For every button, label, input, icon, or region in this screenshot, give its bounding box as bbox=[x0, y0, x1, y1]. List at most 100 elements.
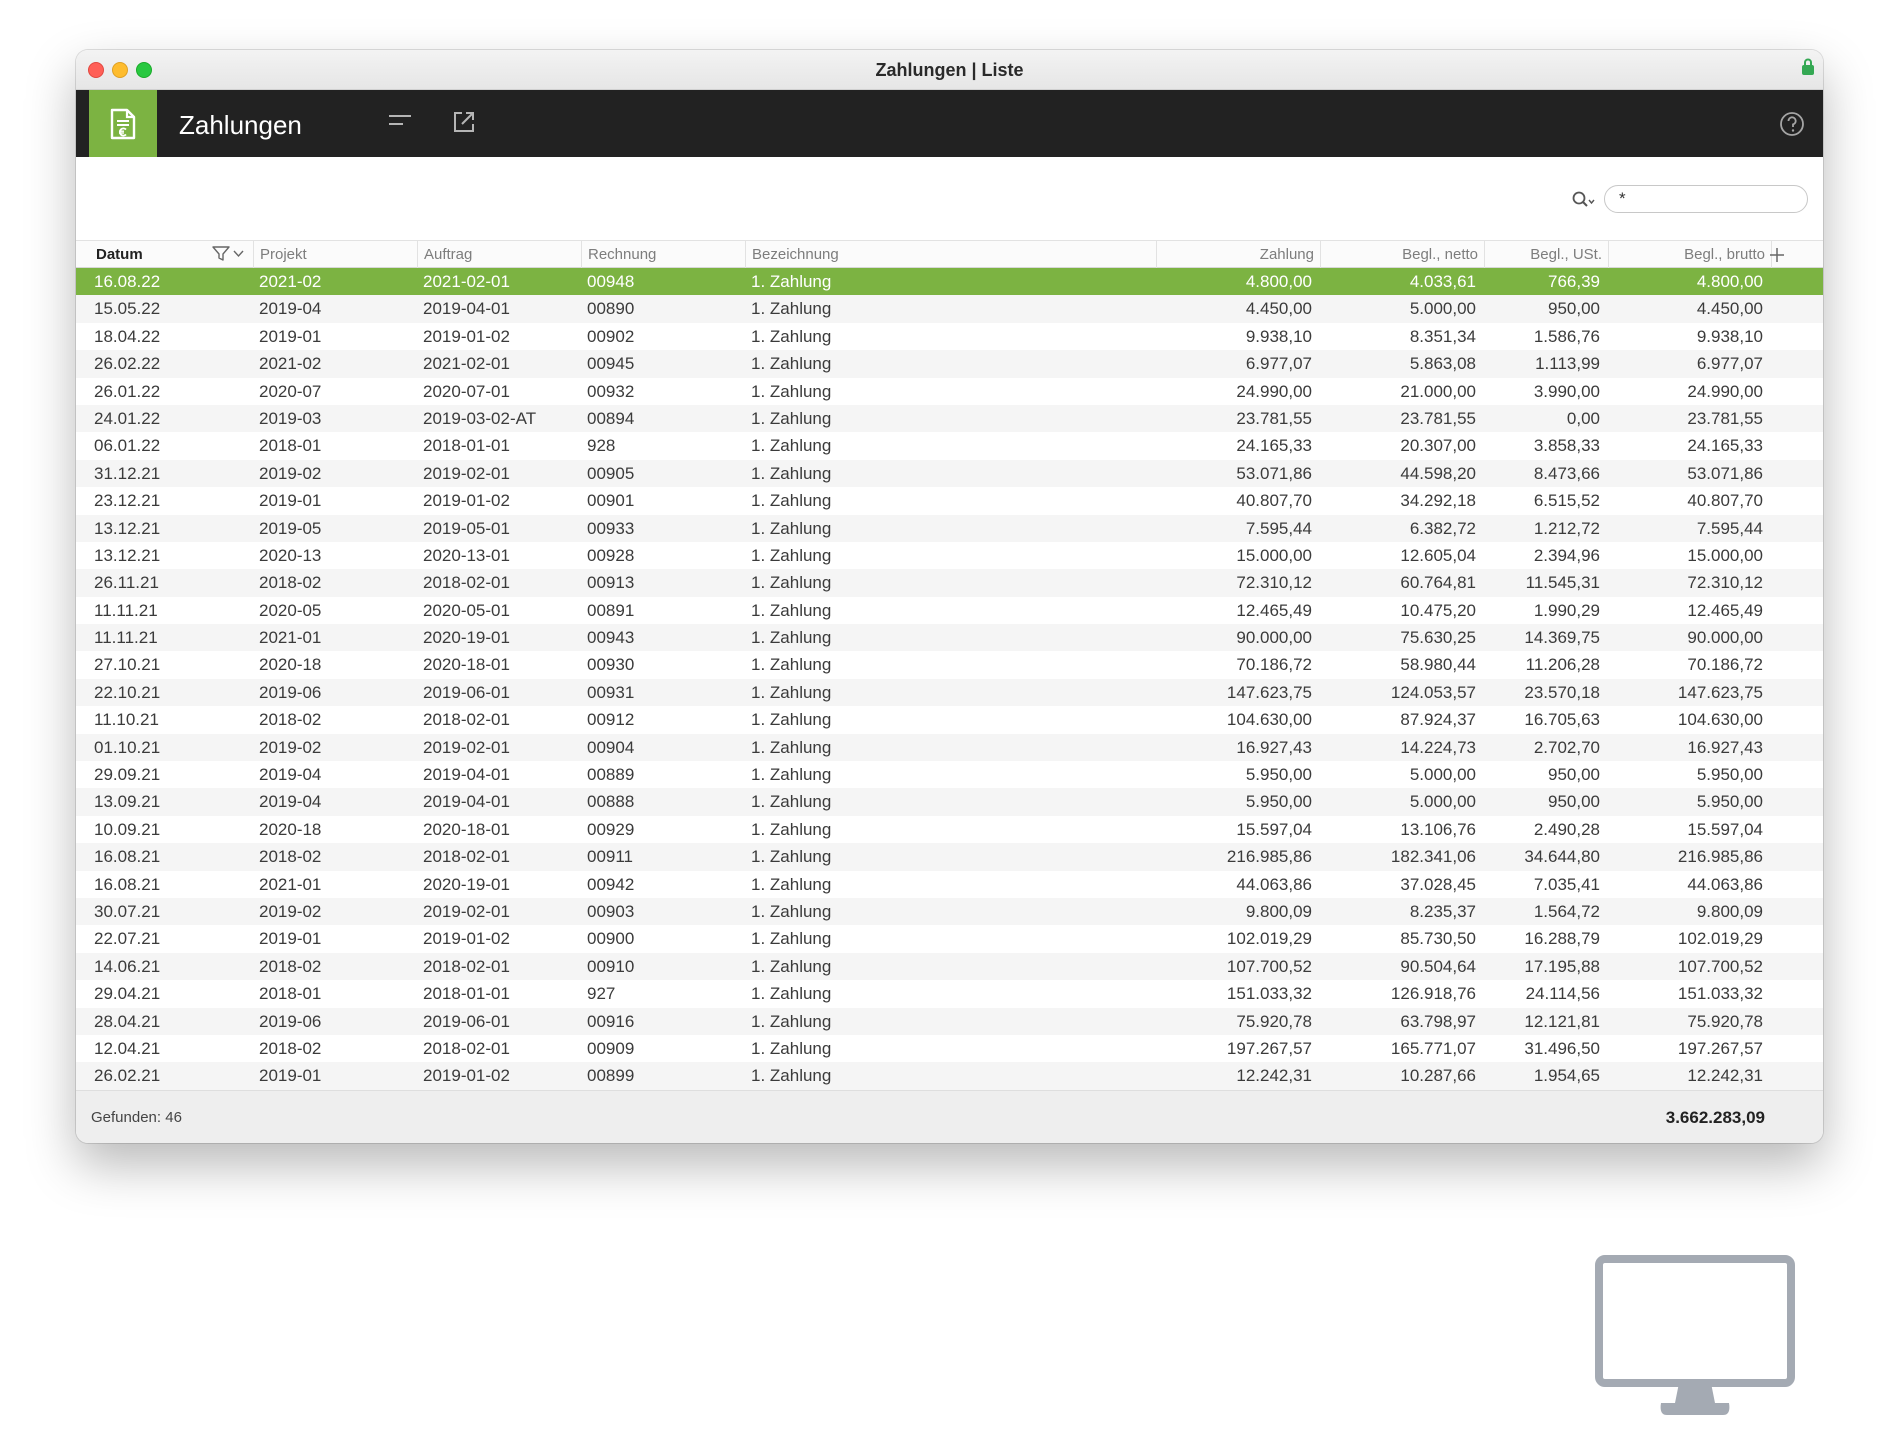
table-row[interactable]: 16.08.22 2021-02 2021-02-01 00948 1. Zahlung… bbox=[76, 268, 1823, 296]
cell-ust: 950,00 bbox=[1548, 299, 1600, 319]
table-row[interactable]: 13.12.21 2019-05 2019-05-01 00933 1. Zahlung… bbox=[76, 514, 1823, 542]
search-icon[interactable] bbox=[1572, 191, 1596, 214]
table-row[interactable]: 26.01.22 2020-07 2020-07-01 00932 1. Zahlung… bbox=[76, 378, 1823, 405]
table-row[interactable]: 15.05.22 2019-04 2019-04-01 00890 1. Zahlung… bbox=[76, 295, 1823, 323]
table-row[interactable]: 29.09.21 2019-04 2019-04-01 00889 1. Zahlung… bbox=[76, 761, 1823, 788]
cell-rechnung: 00909 bbox=[587, 1038, 635, 1058]
cell-brutto: 9.800,09 bbox=[1696, 901, 1763, 921]
cell-bezeichnung: 1. Zahlung bbox=[751, 847, 832, 867]
table-row[interactable]: 27.10.21 2020-18 2020-18-01 00930 1. Zahlung… bbox=[76, 651, 1823, 678]
cell-datum: 26.01.22 bbox=[94, 381, 161, 401]
cell-bezeichnung: 1. Zahlung bbox=[751, 956, 832, 976]
cell-zahlung: 53.071,86 bbox=[1236, 463, 1312, 483]
cell-datum: 16.08.21 bbox=[94, 874, 161, 894]
cell-projekt: 2019-01 bbox=[259, 929, 322, 949]
search-input[interactable] bbox=[1604, 185, 1808, 213]
table-row[interactable]: 26.02.21 2019-01 2019-01-02 00899 1. Zahlung… bbox=[76, 1062, 1823, 1090]
column-header-begl-netto[interactable]: Begl., netto bbox=[1320, 241, 1484, 268]
table-row[interactable]: 12.04.21 2018-02 2018-02-01 00909 1. Zahlung… bbox=[76, 1035, 1823, 1062]
table-row[interactable]: 31.12.21 2019-02 2019-02-01 00905 1. Zahlung… bbox=[76, 459, 1823, 488]
cell-netto: 60.764,81 bbox=[1400, 573, 1476, 593]
table-row[interactable]: 26.02.22 2021-02 2021-02-01 00945 1. Zahlung… bbox=[76, 350, 1823, 378]
cell-datum: 31.12.21 bbox=[94, 463, 161, 483]
cell-brutto: 15.597,04 bbox=[1687, 819, 1763, 839]
column-header-rechnung[interactable]: Rechnung bbox=[581, 241, 745, 268]
cell-netto: 85.730,50 bbox=[1400, 929, 1476, 949]
cell-brutto: 72.310,12 bbox=[1687, 573, 1763, 593]
column-header-bezeichnung[interactable]: Bezeichnung bbox=[745, 241, 1156, 268]
cell-projekt: 2019-02 bbox=[259, 901, 322, 921]
table-row[interactable]: 13.09.21 2019-04 2019-04-01 00888 1. Zahlung… bbox=[76, 788, 1823, 816]
cell-datum: 22.10.21 bbox=[94, 682, 161, 702]
table-row[interactable]: 18.04.22 2019-01 2019-01-02 00902 1. Zahlung… bbox=[76, 323, 1823, 350]
table-row[interactable]: 16.08.21 2021-01 2020-19-01 00942 1. Zahlung… bbox=[76, 871, 1823, 898]
table-row[interactable]: 06.01.22 2018-01 2018-01-01 928 1. Zahlung 24… bbox=[76, 432, 1823, 459]
cell-brutto: 12.465,49 bbox=[1687, 600, 1763, 620]
cell-zahlung: 12.465,49 bbox=[1236, 600, 1312, 620]
column-header-projekt[interactable]: Projekt bbox=[253, 241, 417, 268]
cell-auftrag: 2020-07-01 bbox=[423, 381, 510, 401]
table-row[interactable]: 14.06.21 2018-02 2018-02-01 00910 1. Zahlung… bbox=[76, 952, 1823, 981]
cell-projekt: 2018-02 bbox=[259, 1038, 322, 1058]
cell-zahlung: 7.595,44 bbox=[1245, 518, 1312, 538]
cell-rechnung: 00902 bbox=[587, 326, 635, 346]
table-row[interactable]: 26.11.21 2018-02 2018-02-01 00913 1. Zahlung… bbox=[76, 569, 1823, 597]
document-euro-icon[interactable] bbox=[89, 90, 157, 157]
cell-auftrag: 2020-05-01 bbox=[423, 600, 510, 620]
cell-projekt: 2019-03 bbox=[259, 408, 322, 428]
cell-bezeichnung: 1. Zahlung bbox=[751, 272, 832, 291]
cell-projekt: 2019-04 bbox=[259, 792, 322, 812]
cell-zahlung: 4.800,00 bbox=[1245, 272, 1312, 291]
table-row[interactable]: 28.04.21 2019-06 2019-06-01 00916 1. Zahlung… bbox=[76, 1007, 1823, 1035]
column-header-begl-brutto[interactable]: Begl., brutto bbox=[1608, 241, 1771, 268]
menu-icon[interactable] bbox=[388, 110, 412, 137]
cell-rechnung: 00889 bbox=[587, 765, 635, 785]
add-column-icon[interactable] bbox=[1769, 247, 1785, 268]
table-row[interactable]: 22.10.21 2019-06 2019-06-01 00931 1. Zahlung… bbox=[76, 678, 1823, 707]
cell-netto: 8.351,34 bbox=[1409, 326, 1476, 346]
cell-ust: 2.702,70 bbox=[1533, 737, 1600, 757]
cell-datum: 14.06.21 bbox=[94, 956, 161, 976]
cell-datum: 13.12.21 bbox=[94, 518, 161, 538]
cell-brutto: 197.267,57 bbox=[1677, 1038, 1763, 1058]
cell-netto: 75.630,25 bbox=[1400, 628, 1476, 648]
table-row[interactable]: 11.11.21 2021-01 2020-19-01 00943 1. Zahlung… bbox=[76, 624, 1823, 652]
table-row[interactable]: 10.09.21 2020-18 2020-18-01 00929 1. Zahlung… bbox=[76, 816, 1823, 843]
table-row[interactable]: 29.04.21 2018-01 2018-01-01 927 1. Zahlung 15… bbox=[76, 980, 1823, 1007]
table-row[interactable]: 13.12.21 2020-13 2020-13-01 00928 1. Zahlung… bbox=[76, 542, 1823, 569]
cell-zahlung: 151.033,32 bbox=[1226, 984, 1312, 1004]
filter-icon[interactable] bbox=[212, 246, 248, 267]
cell-zahlung: 102.019,29 bbox=[1226, 929, 1312, 949]
cell-projekt: 2019-04 bbox=[259, 299, 322, 319]
table-row[interactable]: 22.07.21 2019-01 2019-01-02 00900 1. Zahlung… bbox=[76, 925, 1823, 952]
cell-auftrag: 2019-04-01 bbox=[423, 765, 510, 785]
table-row[interactable]: 23.12.21 2019-01 2019-01-02 00901 1. Zahlung… bbox=[76, 487, 1823, 514]
cell-brutto: 24.165,33 bbox=[1687, 436, 1763, 456]
column-header-auftrag[interactable]: Auftrag bbox=[417, 241, 581, 268]
cell-brutto: 12.242,31 bbox=[1687, 1066, 1763, 1086]
cell-auftrag: 2020-18-01 bbox=[423, 655, 510, 675]
cell-netto: 37.028,45 bbox=[1400, 874, 1476, 894]
cell-bezeichnung: 1. Zahlung bbox=[751, 299, 832, 319]
column-header-begl-ust[interactable]: Begl., USt. bbox=[1484, 241, 1608, 268]
cell-rechnung: 00930 bbox=[587, 655, 635, 675]
cell-auftrag: 2018-02-01 bbox=[423, 956, 510, 976]
table-row[interactable]: 24.01.22 2019-03 2019-03-02-AT 00894 1. Zahl… bbox=[76, 404, 1823, 433]
cell-netto: 13.106,76 bbox=[1400, 819, 1476, 839]
cell-ust: 31.496,50 bbox=[1524, 1038, 1600, 1058]
help-icon[interactable] bbox=[1779, 111, 1805, 142]
cell-datum: 29.09.21 bbox=[94, 765, 161, 785]
table-row[interactable]: 01.10.21 2019-02 2019-02-01 00904 1. Zahlung… bbox=[76, 733, 1823, 762]
cell-bezeichnung: 1. Zahlung bbox=[751, 1066, 832, 1086]
export-icon[interactable] bbox=[452, 110, 476, 139]
table-row[interactable]: 30.07.21 2019-02 2019-02-01 00903 1. Zahlung… bbox=[76, 897, 1823, 926]
table-row[interactable]: 11.10.21 2018-02 2018-02-01 00912 1. Zahlung… bbox=[76, 706, 1823, 733]
table-row[interactable]: 11.11.21 2020-05 2020-05-01 00891 1. Zahlung… bbox=[76, 597, 1823, 624]
column-header-zahlung[interactable]: Zahlung bbox=[1156, 241, 1320, 268]
cell-zahlung: 4.450,00 bbox=[1245, 299, 1312, 319]
cell-netto: 124.053,57 bbox=[1390, 682, 1476, 702]
cell-bezeichnung: 1. Zahlung bbox=[751, 682, 832, 702]
table-row[interactable]: 16.08.21 2018-02 2018-02-01 00911 1. Zahlung… bbox=[76, 843, 1823, 871]
cell-zahlung: 6.977,07 bbox=[1245, 354, 1312, 374]
cell-zahlung: 24.165,33 bbox=[1236, 436, 1312, 456]
